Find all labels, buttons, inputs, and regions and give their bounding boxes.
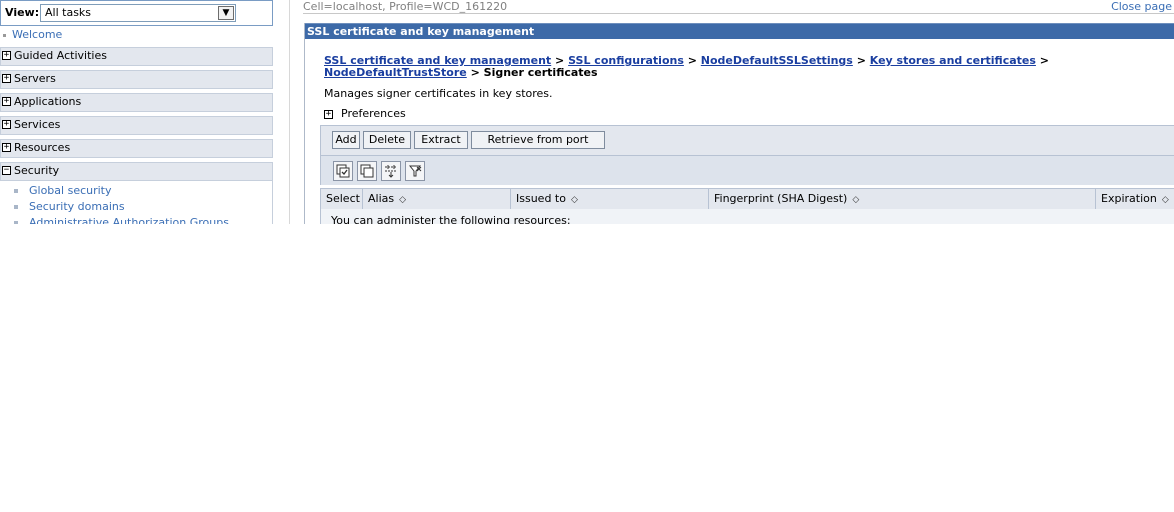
expand-icon[interactable]: + <box>2 97 11 106</box>
column-label: Fingerprint (SHA Digest) <box>714 192 848 205</box>
nav-item-security-domains[interactable]: Security domains <box>14 200 125 213</box>
view-label: View: <box>5 6 40 19</box>
breadcrumb-separator: > <box>687 54 697 67</box>
expand-icon[interactable]: + <box>324 109 333 119</box>
breadcrumb-link[interactable]: Key stores and certificates <box>870 54 1036 67</box>
add-button[interactable]: Add <box>332 131 360 149</box>
nav-category-guided-activities[interactable]: + Guided Activities <box>0 47 273 66</box>
clear-filter-icon[interactable] <box>405 161 425 181</box>
view-select-value: All tasks <box>45 6 92 19</box>
table-icon-toolbar <box>320 156 1174 185</box>
column-label: Issued to <box>516 192 566 205</box>
welcome-link[interactable]: Welcome <box>12 28 62 41</box>
breadcrumb-separator: > <box>856 54 866 67</box>
table-header: Select Alias ◇ Issued to ◇ Fingerprint (SH… <box>320 188 1174 210</box>
action-toolbar: Add Delete Extract Retrieve from port <box>320 125 1174 156</box>
bullet-icon <box>14 205 18 209</box>
divider <box>303 13 1174 14</box>
extract-button[interactable]: Extract <box>414 131 468 149</box>
nav-item-global-security[interactable]: Global security <box>14 184 112 197</box>
breadcrumb-current: Signer certificates <box>483 66 598 79</box>
column-header-expiration[interactable]: Expiration ◇ <box>1096 189 1174 209</box>
breadcrumb-separator: > <box>470 66 480 79</box>
preferences-label: Preferences <box>341 107 406 120</box>
expand-icon[interactable]: + <box>2 51 11 60</box>
column-header-alias[interactable]: Alias ◇ <box>363 189 511 209</box>
breadcrumb: SSL certificate and key management > SSL… <box>324 55 1174 79</box>
expand-icon[interactable]: + <box>2 143 11 152</box>
column-header-fingerprint[interactable]: Fingerprint (SHA Digest) ◇ <box>709 189 1096 209</box>
panel-title: SSL certificate and key management <box>307 25 535 38</box>
nav-item-label: Administrative Authorization Groups <box>29 216 229 224</box>
nav-category-label: Resources <box>14 141 71 154</box>
nav-category-resources[interactable]: + Resources <box>0 139 273 158</box>
bullet-icon <box>14 221 18 224</box>
expand-icon[interactable]: + <box>2 74 11 83</box>
column-label: Select <box>326 192 360 205</box>
nav-category-servers[interactable]: + Servers <box>0 70 273 89</box>
nav-category-label: Servers <box>14 72 56 85</box>
app-window: View: All tasks ▼ Welcome + Guided Activ… <box>0 0 1174 224</box>
breadcrumb-link[interactable]: NodeDefaultTrustStore <box>324 66 467 79</box>
security-submenu: Global security Security domains Adminis… <box>0 181 273 224</box>
bullet-icon <box>3 33 6 37</box>
nav-category-services[interactable]: + Services <box>0 116 273 135</box>
panel-title-bar: SSL certificate and key management <box>305 23 1174 39</box>
chevron-down-icon[interactable]: ▼ <box>218 6 234 20</box>
nav-divider <box>289 0 290 224</box>
welcome-item: Welcome <box>3 28 62 41</box>
table-body: You can administer the following resourc… <box>320 209 1174 224</box>
sort-icon[interactable]: ◇ <box>399 190 406 210</box>
bullet-icon <box>14 189 18 193</box>
page-description: Manages signer certificates in key store… <box>324 87 553 100</box>
nav-category-label: Guided Activities <box>14 49 107 62</box>
close-page-link[interactable]: Close page <box>1111 0 1172 13</box>
view-select[interactable]: All tasks ▼ <box>40 4 236 22</box>
preferences-toggle[interactable]: + Preferences <box>324 107 406 120</box>
retrieve-from-port-button[interactable]: Retrieve from port <box>471 131 605 149</box>
delete-button[interactable]: Delete <box>363 131 411 149</box>
column-label: Expiration <box>1101 192 1157 205</box>
nav-category-applications[interactable]: + Applications <box>0 93 273 112</box>
view-filter-bar: View: All tasks ▼ <box>0 0 273 26</box>
column-header-select: Select <box>321 189 363 209</box>
nav-item-label: Security domains <box>29 200 125 213</box>
collapse-icon[interactable]: − <box>2 166 11 175</box>
breadcrumb-link[interactable]: NodeDefaultSSLSettings <box>701 54 853 67</box>
nav-item-admin-authorization-groups[interactable]: Administrative Authorization Groups <box>14 216 229 224</box>
column-label: Alias <box>368 192 395 205</box>
sort-icon[interactable]: ◇ <box>571 190 578 210</box>
sort-icon[interactable]: ◇ <box>852 190 859 210</box>
cell-profile-text: Cell=localhost, Profile=WCD_161220 <box>303 0 508 13</box>
nav-item-label: Global security <box>29 184 112 197</box>
show-filter-icon[interactable] <box>381 161 401 181</box>
breadcrumb-separator: > <box>1039 54 1049 67</box>
navigation-panel: View: All tasks ▼ Welcome + Guided Activ… <box>0 0 273 224</box>
sort-icon[interactable]: ◇ <box>1162 190 1169 210</box>
select-all-icon[interactable] <box>333 161 353 181</box>
column-header-issued-to[interactable]: Issued to ◇ <box>511 189 709 209</box>
nav-category-label: Security <box>14 164 60 177</box>
table-info-text: You can administer the following resourc… <box>331 214 571 224</box>
nav-category-label: Applications <box>14 95 82 108</box>
context-bar: Cell=localhost, Profile=WCD_161220 Close… <box>303 0 1174 14</box>
deselect-all-icon[interactable] <box>357 161 377 181</box>
expand-icon[interactable]: + <box>2 120 11 129</box>
nav-category-label: Services <box>14 118 61 131</box>
content-panel: SSL certificate and key management SSL c… <box>304 23 1174 224</box>
nav-category-security[interactable]: − Security <box>0 162 273 181</box>
